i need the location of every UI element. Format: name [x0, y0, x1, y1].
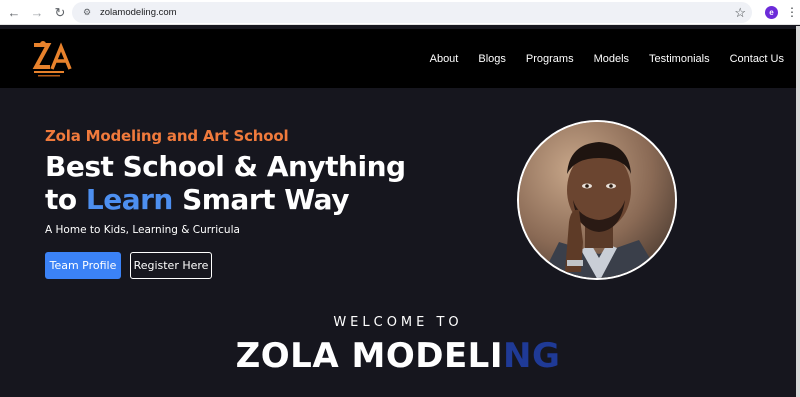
model-portrait-image [517, 120, 677, 280]
welcome-brand-title: ZOLA MODELING [0, 336, 796, 376]
headline-line-2-post: Smart Way [172, 183, 349, 216]
site-header: About Blogs Programs Models Testimonials… [0, 29, 796, 88]
main-nav: About Blogs Programs Models Testimonials… [430, 29, 784, 88]
site-settings-icon[interactable]: ⚙ [83, 7, 94, 18]
site-logo[interactable] [28, 37, 78, 81]
register-button[interactable]: Register Here [130, 252, 212, 279]
hero-eyebrow: Zola Modeling and Art School [45, 127, 289, 145]
browser-toolbar: ← → ↻ ⚙ zolamodeling.com ☆ e ⋮ [0, 0, 800, 25]
team-profile-button[interactable]: Team Profile [45, 252, 121, 279]
welcome-kicker: WELCOME TO [333, 315, 463, 330]
address-bar[interactable]: ⚙ zolamodeling.com ☆ [72, 2, 752, 23]
nav-programs[interactable]: Programs [526, 53, 574, 65]
nav-blogs[interactable]: Blogs [478, 53, 506, 65]
nav-about[interactable]: About [430, 53, 459, 65]
url-text[interactable]: zolamodeling.com [100, 2, 177, 23]
reload-icon[interactable]: ↻ [52, 5, 68, 21]
headline-line-1: Best School & Anything [45, 150, 406, 183]
nav-testimonials[interactable]: Testimonials [649, 53, 710, 65]
headline-line-2-pre: to [45, 183, 86, 216]
page-scrollbar[interactable] [796, 26, 800, 397]
browser-menu-icon[interactable]: ⋮ [786, 4, 798, 20]
hero-tagline: A Home to Kids, Learning & Curricula [45, 224, 240, 236]
forward-icon[interactable]: → [29, 5, 45, 21]
brand-title-tail: NG [503, 336, 561, 376]
back-icon[interactable]: ← [6, 5, 22, 21]
hero-headline: Best School & Anything to Learn Smart Wa… [45, 150, 406, 216]
headline-line-2: to Learn Smart Way [45, 183, 406, 216]
profile-avatar[interactable]: e [765, 6, 778, 19]
nav-contact-us[interactable]: Contact Us [730, 53, 784, 65]
brand-title-main: ZOLA MODELI [235, 336, 503, 376]
headline-accent-word: Learn [85, 183, 173, 216]
hero-section: Zola Modeling and Art School Best School… [0, 88, 796, 397]
nav-models[interactable]: Models [594, 53, 629, 65]
bookmark-star-icon[interactable]: ☆ [734, 2, 746, 23]
